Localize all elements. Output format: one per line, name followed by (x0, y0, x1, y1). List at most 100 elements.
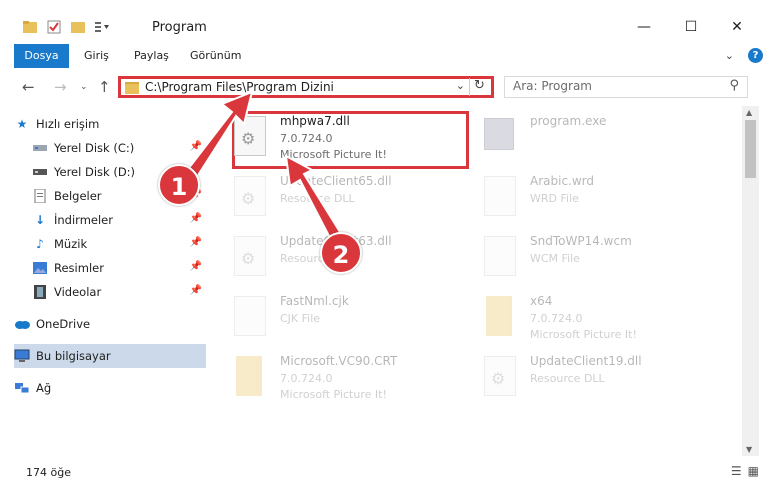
file-icon (234, 296, 266, 336)
quick-access-toolbar (22, 20, 110, 34)
status-bar: 174 öğe ☰ ▦ (0, 458, 769, 493)
pictures-icon (32, 261, 48, 275)
list-item[interactable]: ⚙ UpdateClient65.dll Resource DLL (212, 168, 462, 228)
search-icon[interactable]: ⚲ (729, 78, 739, 93)
dll-file-icon: ⚙ (484, 356, 516, 396)
file-name: mhpwa7.dll (280, 114, 350, 128)
customize-toolbar-icon[interactable] (94, 20, 110, 34)
help-icon[interactable]: ? (748, 48, 763, 63)
new-folder-icon[interactable] (70, 20, 86, 34)
file-detail: Resource DLL (530, 372, 605, 385)
drive-icon (32, 165, 48, 179)
file-name: Microsoft.VC90.CRT (280, 354, 398, 368)
pin-icon[interactable]: 📌 (190, 237, 202, 248)
folder-icon (486, 296, 512, 336)
search-input[interactable]: Ara: Program ⚲ (504, 76, 748, 98)
tab-share[interactable]: Paylaş (134, 44, 169, 68)
window-title: Program (152, 20, 207, 35)
list-item[interactable]: ⚙ UpdateClient19.dll Resource DLL (462, 348, 712, 408)
file-detail: 7.0.724.0 (280, 372, 333, 385)
sidebar-item-label: İndirmeler (54, 213, 113, 227)
scroll-down-icon[interactable]: ▼ (746, 445, 752, 454)
pin-icon[interactable]: 📌 (190, 285, 202, 296)
video-icon (32, 285, 48, 299)
file-name: SndToWP14.wcm (530, 234, 632, 248)
sidebar-item-quick-access[interactable]: ★ Hızlı erişim (14, 112, 206, 136)
pin-icon[interactable]: 📌 (190, 213, 202, 224)
sidebar-item-label: Videolar (54, 285, 102, 299)
scrollbar-thumb[interactable] (745, 120, 756, 178)
file-detail: CJK File (280, 312, 321, 325)
list-item[interactable]: Microsoft.VC90.CRT 7.0.724.0 Microsoft P… (212, 348, 462, 408)
file-icon (484, 176, 516, 216)
sidebar-item-local-disk-c[interactable]: Yerel Disk (C:) 📌 (14, 136, 206, 160)
sidebar-item-onedrive[interactable]: OneDrive (14, 312, 206, 336)
dll-file-icon: ⚙ (234, 176, 266, 216)
tab-home[interactable]: Giriş (84, 44, 109, 68)
ribbon-controls: ⌄ ? (725, 48, 763, 63)
large-icons-view-icon[interactable]: ▦ (748, 464, 759, 478)
back-arrow-icon[interactable]: ← (22, 78, 35, 96)
sidebar-item-network[interactable]: Ağ (14, 376, 206, 400)
sidebar-item-pictures[interactable]: Resimler 📌 (14, 256, 206, 280)
sidebar-item-downloads[interactable]: ↓ İndirmeler 📌 (14, 208, 206, 232)
music-icon: ♪ (36, 237, 44, 251)
network-icon (14, 381, 30, 395)
scroll-up-icon[interactable]: ▲ (746, 108, 752, 117)
gear-icon: ⚙ (241, 129, 256, 148)
file-icon (484, 236, 516, 276)
recent-locations-icon[interactable]: ⌄ (80, 82, 88, 92)
tab-view[interactable]: Görünüm (190, 44, 241, 68)
gear-icon: ⚙ (241, 189, 256, 208)
vertical-scrollbar[interactable]: ▲ ▼ (742, 106, 759, 456)
sidebar-item-music[interactable]: ♪ Müzik 📌 (14, 232, 206, 256)
maximize-button[interactable]: ☐ (678, 16, 704, 38)
list-item[interactable]: ⚙ mhpwa7.dll 7.0.724.0 Microsoft Picture… (212, 108, 462, 168)
ribbon-tabs: Dosya Giriş Paylaş Görünüm (0, 44, 769, 104)
file-detail: Microsoft Picture It! (530, 328, 637, 341)
file-detail: WCM File (530, 252, 580, 265)
gear-icon: ⚙ (491, 369, 506, 388)
file-detail: Microsoft Picture It! (280, 148, 387, 161)
sidebar-item-videos[interactable]: Videolar 📌 (14, 280, 206, 304)
address-path[interactable]: C:\Program Files\Program Dizini (145, 80, 334, 94)
properties-icon[interactable] (46, 20, 62, 34)
sidebar-item-label: OneDrive (36, 317, 91, 331)
refresh-icon[interactable]: ↻ (469, 78, 489, 96)
sidebar-item-label: Bu bilgisayar (36, 349, 111, 363)
sidebar-item-label: Müzik (54, 237, 88, 251)
dll-file-icon: ⚙ (234, 236, 266, 276)
folder-icon[interactable] (22, 20, 38, 34)
pin-icon[interactable]: 📌 (190, 141, 202, 152)
list-item[interactable]: program.exe (462, 108, 712, 168)
sidebar-item-label: Hızlı erişim (36, 117, 100, 131)
folder-icon (125, 82, 139, 94)
list-item[interactable]: Arabic.wrd WRD File (462, 168, 712, 228)
file-name: UpdateClient19.dll (530, 354, 642, 368)
forward-arrow-icon[interactable]: → (54, 78, 67, 96)
close-button[interactable]: ✕ (724, 16, 750, 38)
pin-icon[interactable]: 📌 (190, 261, 202, 272)
minimize-button[interactable]: — (631, 16, 657, 38)
details-view-icon[interactable]: ☰ (731, 464, 742, 478)
expand-ribbon-icon[interactable]: ⌄ (725, 49, 734, 62)
drive-icon (32, 141, 48, 155)
sidebar-item-this-pc[interactable]: Bu bilgisayar (14, 344, 206, 368)
list-item[interactable]: x64 7.0.724.0 Microsoft Picture It! (462, 288, 712, 348)
list-item[interactable]: FastNml.cjk CJK File (212, 288, 462, 348)
sidebar-item-label: Ağ (36, 381, 52, 395)
search-placeholder: Ara: Program (513, 79, 592, 93)
address-bar[interactable]: C:\Program Files\Program Dizini ⌄ ↻ (118, 76, 494, 98)
dll-file-icon: ⚙ (234, 116, 266, 156)
chevron-down-icon[interactable]: ⌄ (456, 79, 465, 92)
download-icon: ↓ (34, 213, 46, 227)
file-name: program.exe (530, 114, 607, 128)
file-detail: Microsoft Picture It! (280, 388, 387, 401)
title-bar: Program — ☐ ✕ (0, 0, 769, 44)
list-item[interactable]: SndToWP14.wcm WCM File (462, 228, 712, 288)
up-arrow-icon[interactable]: ↑ (98, 78, 111, 96)
file-detail: WRD File (530, 192, 579, 205)
gear-icon: ⚙ (241, 249, 256, 268)
file-name: Arabic.wrd (530, 174, 595, 188)
annotation-badge-1: 1 (158, 164, 200, 206)
